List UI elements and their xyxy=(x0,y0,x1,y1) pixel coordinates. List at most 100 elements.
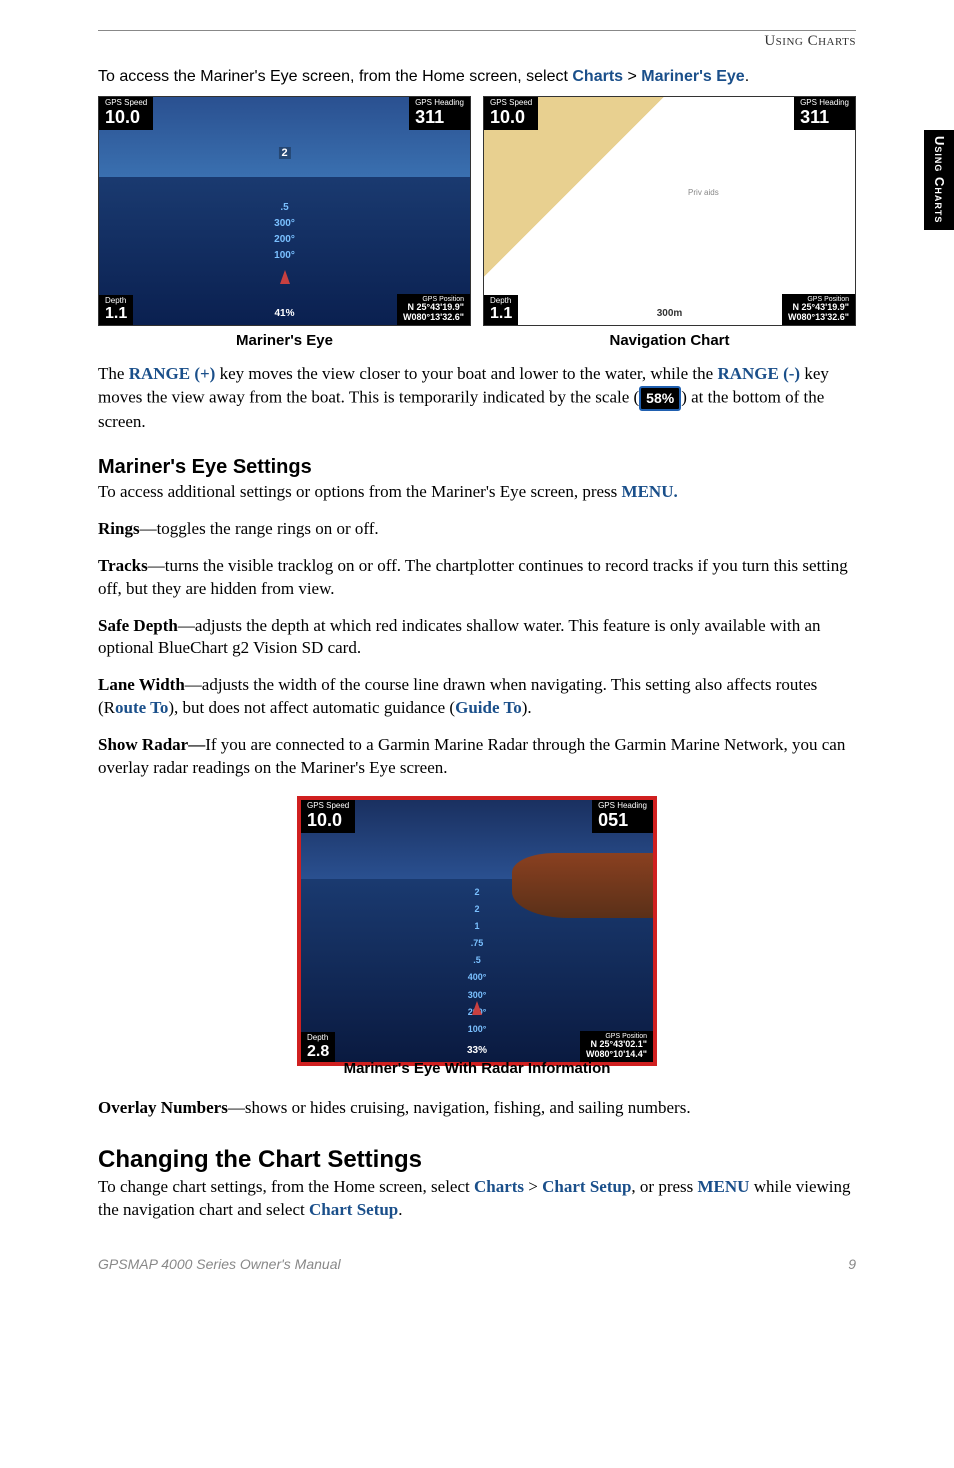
priv-aids-label: Priv aids xyxy=(688,188,719,197)
gps-position-lon: W080°10'14.4" xyxy=(586,1049,647,1059)
scale-indicator: 41% xyxy=(274,308,294,319)
gps-heading-box: GPS Heading 311 xyxy=(409,97,470,130)
setting-desc: —adjusts the depth at which red indicate… xyxy=(98,616,821,658)
setting-show-radar: Show Radar—If you are connected to a Gar… xyxy=(98,734,856,780)
intro-paragraph: To access the Mariner's Eye screen, from… xyxy=(98,68,856,86)
depth-value: 2.8 xyxy=(307,1043,329,1060)
gps-position-lon: W080°13'32.6" xyxy=(403,312,464,322)
land-radar-overlay xyxy=(512,853,653,919)
boat-icon xyxy=(280,270,290,284)
setting-desc: —turns the visible tracklog on or off. T… xyxy=(98,556,848,598)
t: To change chart settings, from the Home … xyxy=(98,1177,474,1196)
settings-heading: Mariner's Eye Settings xyxy=(98,456,856,479)
gps-position-lon: W080°13'32.6" xyxy=(788,312,849,322)
intro-path-mariners-eye: Mariner's Eye xyxy=(641,68,744,85)
setting-desc: —toggles the range rings on or off. xyxy=(140,519,379,538)
range-key-paragraph: The RANGE (+) key moves the view closer … xyxy=(98,363,856,434)
mariners-eye-screenshot: GPS Speed 10.0 GPS Heading 311 Depth 1.1… xyxy=(98,96,471,326)
gps-speed-box: GPS Speed 10.0 xyxy=(301,800,355,833)
range-minus-key: RANGE (-) xyxy=(717,364,800,383)
setting-name: Overlay Numbers xyxy=(98,1098,228,1117)
figure-navigation-chart: GPS Speed 10.0 GPS Heading 311 Depth 1.1… xyxy=(483,96,856,349)
setting-name: Safe Depth xyxy=(98,616,178,635)
charts-key: Charts xyxy=(474,1177,524,1196)
gps-position-box: GPS Position N 25°43'19.9" W080°13'32.6" xyxy=(782,294,855,325)
depth-value: 1.1 xyxy=(105,305,127,322)
intro-text-prefix: To access the Mariner's Eye screen, from… xyxy=(98,68,572,85)
gps-heading-value: 311 xyxy=(415,107,444,127)
setting-name: Show Radar— xyxy=(98,735,205,754)
t: The xyxy=(98,364,129,383)
depth-box: Depth 1.1 xyxy=(484,295,518,325)
depth-label: Depth xyxy=(490,297,512,306)
gps-position-lat: N 25°43'19.9" xyxy=(792,302,849,312)
range-plus-key: RANGE (+) xyxy=(129,364,216,383)
intro-path-charts: Charts xyxy=(572,68,623,85)
guide-to-key: Guide To xyxy=(455,698,522,717)
chart-setup-key-2: Chart Setup xyxy=(309,1200,398,1219)
depth-value: 1.1 xyxy=(490,305,512,322)
t: To access additional settings or options… xyxy=(98,482,622,501)
scale-indicator: 33% xyxy=(467,1045,487,1056)
menu-key: MENU. xyxy=(622,482,678,501)
gps-speed-box: GPS Speed 10.0 xyxy=(99,97,153,130)
header-rule xyxy=(98,30,856,31)
t: . xyxy=(398,1200,402,1219)
figure-mariners-eye: GPS Speed 10.0 GPS Heading 311 Depth 1.1… xyxy=(98,96,471,349)
setting-desc: —shows or hides cruising, navigation, fi… xyxy=(228,1098,691,1117)
range-marks: .5 300° 200° 100° xyxy=(274,200,295,264)
setting-safe-depth: Safe Depth—adjusts the depth at which re… xyxy=(98,615,856,661)
depth-label: Depth xyxy=(307,1034,329,1043)
route-to-key: oute To xyxy=(115,698,168,717)
t: ). xyxy=(522,698,532,717)
gps-heading-box: GPS Heading 311 xyxy=(794,97,855,130)
scale-badge: 58% xyxy=(639,386,681,411)
chart-setup-key: Chart Setup xyxy=(542,1177,631,1196)
settings-intro: To access additional settings or options… xyxy=(98,481,856,504)
mariners-eye-caption: Mariner's Eye xyxy=(236,332,333,349)
setting-name: Lane Width xyxy=(98,675,185,694)
gps-heading-value: 051 xyxy=(598,810,628,830)
footer-page-number: 9 xyxy=(848,1256,856,1272)
header-section: Using Charts xyxy=(98,33,856,50)
gps-position-box: GPS Position N 25°43'19.9" W080°13'32.6" xyxy=(397,294,470,325)
figure-row: GPS Speed 10.0 GPS Heading 311 Depth 1.1… xyxy=(98,96,856,349)
t: , or press xyxy=(631,1177,697,1196)
t: ), but does not affect automatic guidanc… xyxy=(168,698,455,717)
intro-suffix: . xyxy=(745,68,749,85)
depth-box: Depth 2.8 xyxy=(301,1032,335,1062)
gps-heading-value: 311 xyxy=(800,107,829,127)
gps-speed-value: 10.0 xyxy=(490,107,525,127)
setting-name: Tracks xyxy=(98,556,148,575)
changing-paragraph: To change chart settings, from the Home … xyxy=(98,1176,856,1222)
changing-heading: Changing the Chart Settings xyxy=(98,1146,856,1174)
radar-screenshot: GPS Speed 10.0 GPS Heading 051 Depth 2.8… xyxy=(297,796,657,1066)
chart-area xyxy=(484,97,855,325)
footer: GPSMAP 4000 Series Owner's Manual 9 xyxy=(98,1256,856,1272)
navigation-chart-screenshot: GPS Speed 10.0 GPS Heading 311 Depth 1.1… xyxy=(483,96,856,326)
setting-overlay-numbers: Overlay Numbers—shows or hides cruising,… xyxy=(98,1097,856,1120)
gps-position-lat: N 25°43'02.1" xyxy=(590,1039,647,1049)
setting-lane-width: Lane Width—adjusts the width of the cour… xyxy=(98,674,856,720)
gps-position-box: GPS Position N 25°43'02.1" W080°10'14.4" xyxy=(580,1031,653,1062)
gps-speed-value: 10.0 xyxy=(307,810,342,830)
gps-position-lat: N 25°43'19.9" xyxy=(407,302,464,312)
compass-mark: 2 xyxy=(278,147,290,159)
menu-key: MENU xyxy=(698,1177,750,1196)
radar-caption: Mariner's Eye With Radar Information xyxy=(344,1060,611,1077)
footer-title: GPSMAP 4000 Series Owner's Manual xyxy=(98,1256,341,1272)
setting-rings: Rings—toggles the range rings on or off. xyxy=(98,518,856,541)
gps-heading-box: GPS Heading 051 xyxy=(592,800,653,833)
gps-speed-value: 10.0 xyxy=(105,107,140,127)
sep: > xyxy=(524,1177,542,1196)
setting-name: Rings xyxy=(98,519,140,538)
intro-sep: > xyxy=(623,68,641,85)
gps-speed-box: GPS Speed 10.0 xyxy=(484,97,538,130)
boat-icon xyxy=(472,1001,482,1015)
t: key moves the view closer to your boat a… xyxy=(215,364,717,383)
depth-box: Depth 1.1 xyxy=(99,295,133,325)
setting-tracks: Tracks—turns the visible tracklog on or … xyxy=(98,555,856,601)
scale-indicator: 300m xyxy=(657,308,683,319)
navigation-chart-caption: Navigation Chart xyxy=(609,332,729,349)
depth-label: Depth xyxy=(105,297,127,306)
